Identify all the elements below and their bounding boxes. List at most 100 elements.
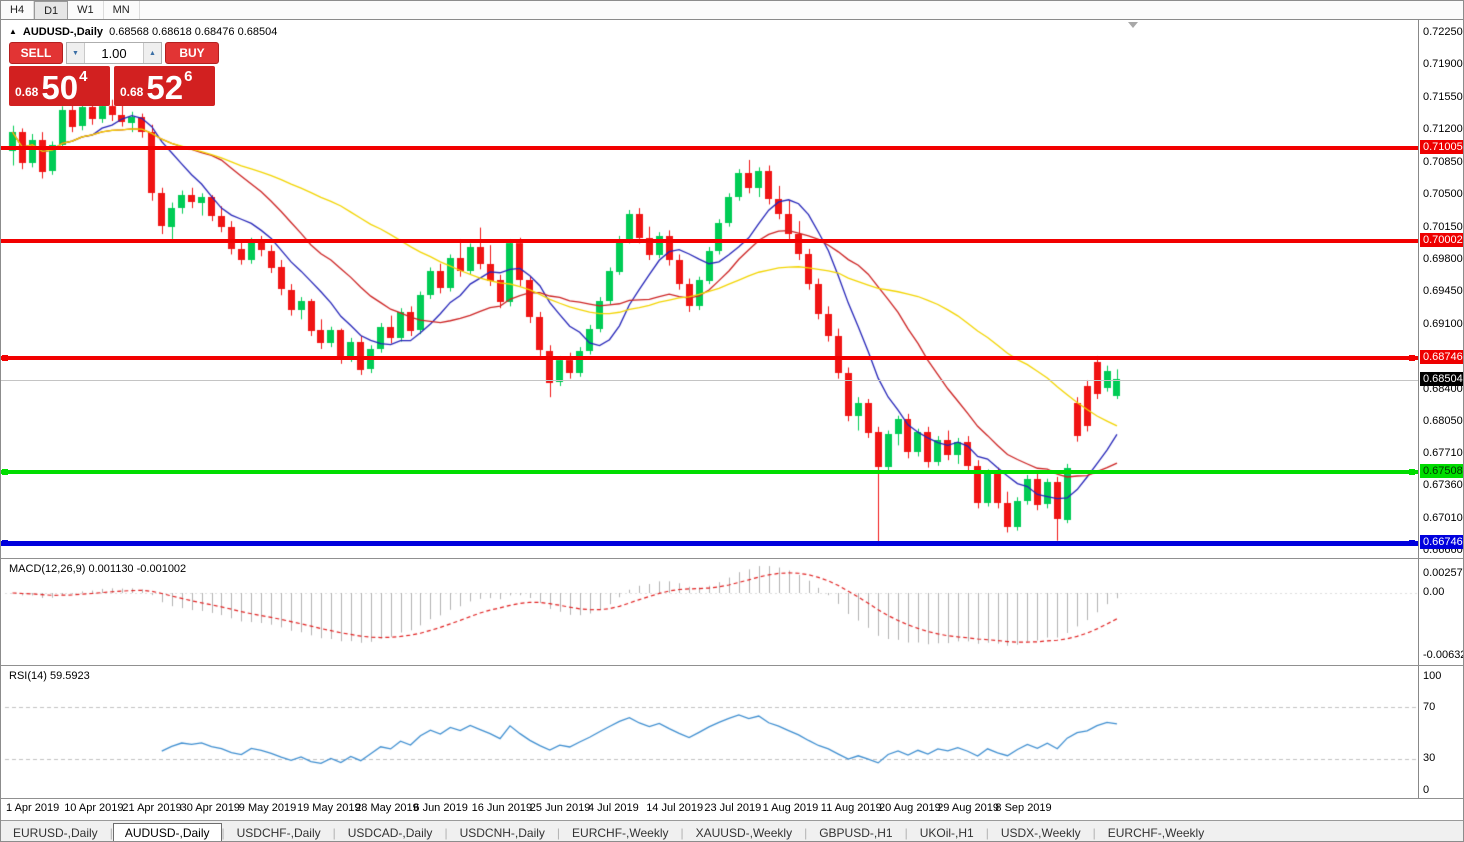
date-axis-label: 9 May 2019 [238,802,297,814]
date-axis-label: 21 Apr 2019 [122,802,182,814]
price-axis-tick: 0.71550 [1423,90,1463,103]
hline-handle-left[interactable] [2,354,8,361]
price-axis-tick: 0.69450 [1423,285,1463,298]
sell-price-big: 50 [41,68,79,106]
sell-price-prefix: 0.68 [15,85,39,99]
symbol-tab-bar: EURUSD-,Daily | AUDUSD-,Daily | USDCHF-,Dail… [1,820,1463,842]
tab-usdcnh-daily[interactable]: USDCNH-,Daily [448,823,557,842]
chart-header: ▲ AUDUSD-,Daily 0.68568 0.68618 0.68476 0… [9,26,277,38]
price-axis-badge-0.70002: 0.70002 [1420,233,1463,248]
price-axis-tick: 0.71200 [1423,123,1463,136]
collapse-panel-icon[interactable]: ▲ [9,27,17,36]
date-axis-label: 10 Apr 2019 [64,802,124,814]
buy-price-box[interactable]: 0.68 52 6 [114,66,215,106]
chart-shift-marker-icon[interactable] [1128,22,1138,28]
hline-handle-right[interactable] [1409,469,1415,476]
date-axis-label: 29 Aug 2019 [937,802,999,814]
buy-button[interactable]: BUY [165,42,219,64]
price-axis-badge-0.68504: 0.68504 [1420,372,1463,387]
hline-resistance-0.68746[interactable] [1,356,1418,360]
volume-decrease-icon[interactable]: ▼ [67,43,85,63]
hline-resistance-0.71005[interactable] [1,146,1418,150]
tab-audusd-daily[interactable]: AUDUSD-,Daily [112,822,222,841]
sell-price-box[interactable]: 0.68 50 4 [9,66,110,106]
timeframe-button-h4[interactable]: H4 [1,1,35,19]
tab-eurchf-weekly[interactable]: EURCHF-,Weekly [560,823,680,842]
price-axis-tick: 0.70150 [1423,220,1463,233]
price-axis-tick: 0.67360 [1423,479,1463,492]
timeframe-toolbar: H4 D1 W1 MN [1,1,1463,20]
price-axis-tick: 0.68050 [1423,415,1463,428]
rsi-axis-tick: 70 [1423,701,1436,713]
price-axis-tick: 0.67710 [1423,446,1463,459]
timeframe-button-w1[interactable]: W1 [68,1,104,19]
rsi-axis-tick: 100 [1423,670,1442,682]
chart-symbol-title: AUDUSD-,Daily [22,26,103,38]
price-axis-badge-0.67508: 0.67508 [1420,464,1463,479]
date-axis-label: 1 Aug 2019 [762,802,819,814]
tab-xauusd-weekly[interactable]: XAUUSD-,Weekly [684,823,804,842]
price-axis-tick: 0.70500 [1423,188,1463,201]
timeframe-button-d1[interactable]: D1 [34,1,69,19]
date-axis-label: 8 Sep 2019 [995,802,1052,814]
date-axis-label: 23 Jul 2019 [704,802,762,814]
tab-gbpusd-h1[interactable]: GBPUSD-,H1 [807,823,904,842]
date-axis-separator [1,798,1463,799]
tab-usdcad-daily[interactable]: USDCAD-,Daily [336,823,445,842]
date-axis-label: 11 Aug 2019 [820,802,882,814]
hline-handle-left[interactable] [2,469,8,476]
buy-price-prefix: 0.68 [120,85,144,99]
sell-price-pip: 4 [79,68,88,85]
price-axis-tick: 0.72250 [1423,26,1463,38]
date-axis-label: 16 Jun 2019 [471,802,533,814]
tab-eurusd-daily[interactable]: EURUSD-,Daily [1,823,110,842]
chart-ohlc-values: 0.68568 0.68618 0.68476 0.68504 [109,26,278,38]
date-axis-label: 1 Apr 2019 [6,802,60,814]
hline-handle-right[interactable] [1409,354,1415,361]
buy-price-big: 52 [146,68,184,106]
tab-usdx-weekly[interactable]: USDX-,Weekly [989,823,1093,842]
hline-support-0.66746[interactable] [1,541,1418,546]
price-axis-badge-0.66746: 0.66746 [1420,535,1463,550]
date-axis-label: 4 Jul 2019 [588,802,639,814]
macd-splitter[interactable] [1,558,1463,559]
date-axis-label: 19 May 2019 [297,802,361,814]
rsi-axis-tick: 30 [1423,752,1436,764]
price-chart-canvas[interactable] [1,1,1463,841]
hline-support-0.67508[interactable] [1,470,1418,474]
price-axis-tick: 0.67010 [1423,511,1463,524]
hline-handle-left[interactable] [2,540,8,547]
price-axis-tick: 0.69100 [1423,317,1463,330]
date-axis-label: 25 Jun 2019 [529,802,591,814]
macd-axis-tick: 0.00 [1423,586,1445,598]
tab-ukoil-h1[interactable]: UKOil-,H1 [908,823,986,842]
buy-price-pip: 6 [184,68,193,85]
price-axis-tick: 0.70850 [1423,155,1463,168]
volume-increase-icon[interactable]: ▲ [143,43,161,63]
hline-handle-right[interactable] [1409,540,1415,547]
price-axis-badge-0.71005: 0.71005 [1420,140,1463,155]
rsi-axis-tick: 0 [1423,784,1430,796]
rsi-splitter[interactable] [1,665,1463,666]
date-axis-label: 14 Jul 2019 [646,802,704,814]
macd-indicator-label: MACD(12,26,9) 0.001130 -0.001002 [9,563,187,575]
tab-eurchf-weekly[interactable]: EURCHF-,Weekly [1096,823,1216,842]
sell-button[interactable]: SELL [9,42,63,64]
tab-usdchf-daily[interactable]: USDCHF-,Daily [225,823,333,842]
current-price-line [1,380,1418,381]
macd-axis-tick: 0.002574 [1423,567,1463,579]
date-axis-label: 28 May 2019 [355,802,419,814]
timeframe-button-mn[interactable]: MN [104,1,140,19]
hline-resistance-0.70002[interactable] [1,239,1418,243]
date-axis-label: 20 Aug 2019 [879,802,941,814]
date-axis-label: 6 Jun 2019 [413,802,468,814]
rsi-indicator-label: RSI(14) 59.5923 [9,670,90,682]
volume-input[interactable]: 1.00 [85,43,143,63]
date-axis-label: 30 Apr 2019 [180,802,240,814]
price-axis-tick: 0.71900 [1423,58,1463,71]
macd-axis-tick: -0.006326 [1423,649,1463,661]
price-axis-separator [1418,20,1419,799]
price-axis-badge-0.68746: 0.68746 [1420,349,1463,364]
terminal-window: H4 D1 W1 MN ▲ AUDUSD-,Daily 0.68568 0.68618 … [0,0,1464,842]
price-axis-tick: 0.69800 [1423,253,1463,266]
